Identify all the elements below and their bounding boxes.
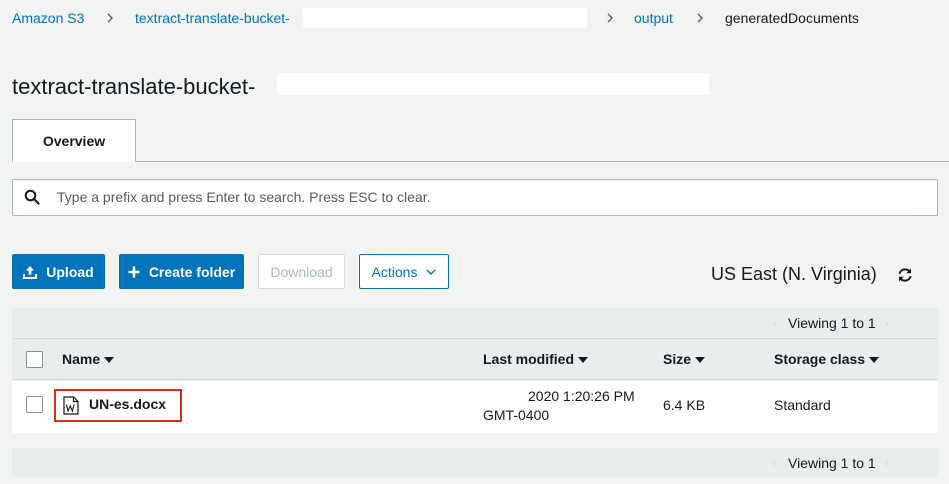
- breadcrumb-bucket[interactable]: textract-translate-bucket-: [135, 9, 290, 27]
- file-name-link[interactable]: UN-es.docx: [89, 396, 166, 413]
- pagination-status-bottom: Viewing 1 to 1: [788, 455, 876, 471]
- column-header-last-modified[interactable]: Last modified: [483, 351, 589, 368]
- breadcrumb-amazon-s3[interactable]: Amazon S3: [12, 9, 84, 27]
- pagination-status-top: Viewing 1 to 1: [788, 315, 876, 331]
- select-all-checkbox[interactable]: [26, 351, 43, 368]
- storage-class: Standard: [774, 397, 831, 413]
- search-icon: [24, 189, 40, 205]
- last-modified-timezone: GMT-0400: [483, 407, 550, 423]
- upload-icon: [23, 265, 38, 279]
- row-checkbox[interactable]: [26, 396, 43, 413]
- sort-caret-icon: [869, 356, 880, 363]
- last-modified-date: 2020 1:20:26 PM: [528, 388, 635, 404]
- breadcrumb-current: generatedDocuments: [725, 10, 859, 26]
- column-header-storage-class[interactable]: Storage class: [774, 351, 880, 368]
- column-header-name[interactable]: Name: [62, 351, 115, 368]
- redacted-region: [303, 8, 587, 28]
- upload-button[interactable]: Upload: [12, 254, 105, 289]
- chevron-left-icon[interactable]: ‹: [773, 454, 777, 472]
- column-header-size[interactable]: Size: [663, 351, 706, 368]
- chevron-right-icon: [694, 9, 706, 27]
- chevron-right-icon: [604, 9, 616, 27]
- page-title: textract-translate-bucket-: [12, 74, 256, 99]
- download-button[interactable]: Download: [258, 254, 345, 289]
- actions-button[interactable]: Actions: [359, 254, 449, 289]
- chevron-left-icon[interactable]: ‹: [773, 314, 777, 332]
- chevron-down-icon: [426, 269, 436, 275]
- region-label: US East (N. Virginia): [711, 264, 877, 284]
- word-document-icon: [63, 396, 79, 415]
- sort-caret-icon: [695, 356, 706, 363]
- chevron-right-icon[interactable]: ›: [885, 454, 889, 472]
- tab-divider: [12, 161, 949, 162]
- chevron-right-icon[interactable]: ›: [885, 314, 889, 332]
- plus-icon: [128, 266, 140, 278]
- actions-button-label: Actions: [371, 263, 418, 280]
- tab-overview[interactable]: Overview: [12, 119, 136, 162]
- sort-caret-icon: [578, 356, 589, 363]
- redacted-region: [277, 73, 709, 95]
- refresh-icon[interactable]: [896, 266, 914, 284]
- file-size: 6.4 KB: [663, 397, 706, 413]
- breadcrumb-output[interactable]: output: [634, 9, 673, 27]
- chevron-right-icon: [104, 9, 116, 27]
- search-input[interactable]: [57, 185, 917, 209]
- create-folder-button[interactable]: Create folder: [119, 254, 244, 289]
- upload-button-label: Upload: [46, 263, 94, 280]
- sort-caret-icon: [104, 356, 115, 363]
- create-folder-button-label: Create folder: [148, 263, 236, 280]
